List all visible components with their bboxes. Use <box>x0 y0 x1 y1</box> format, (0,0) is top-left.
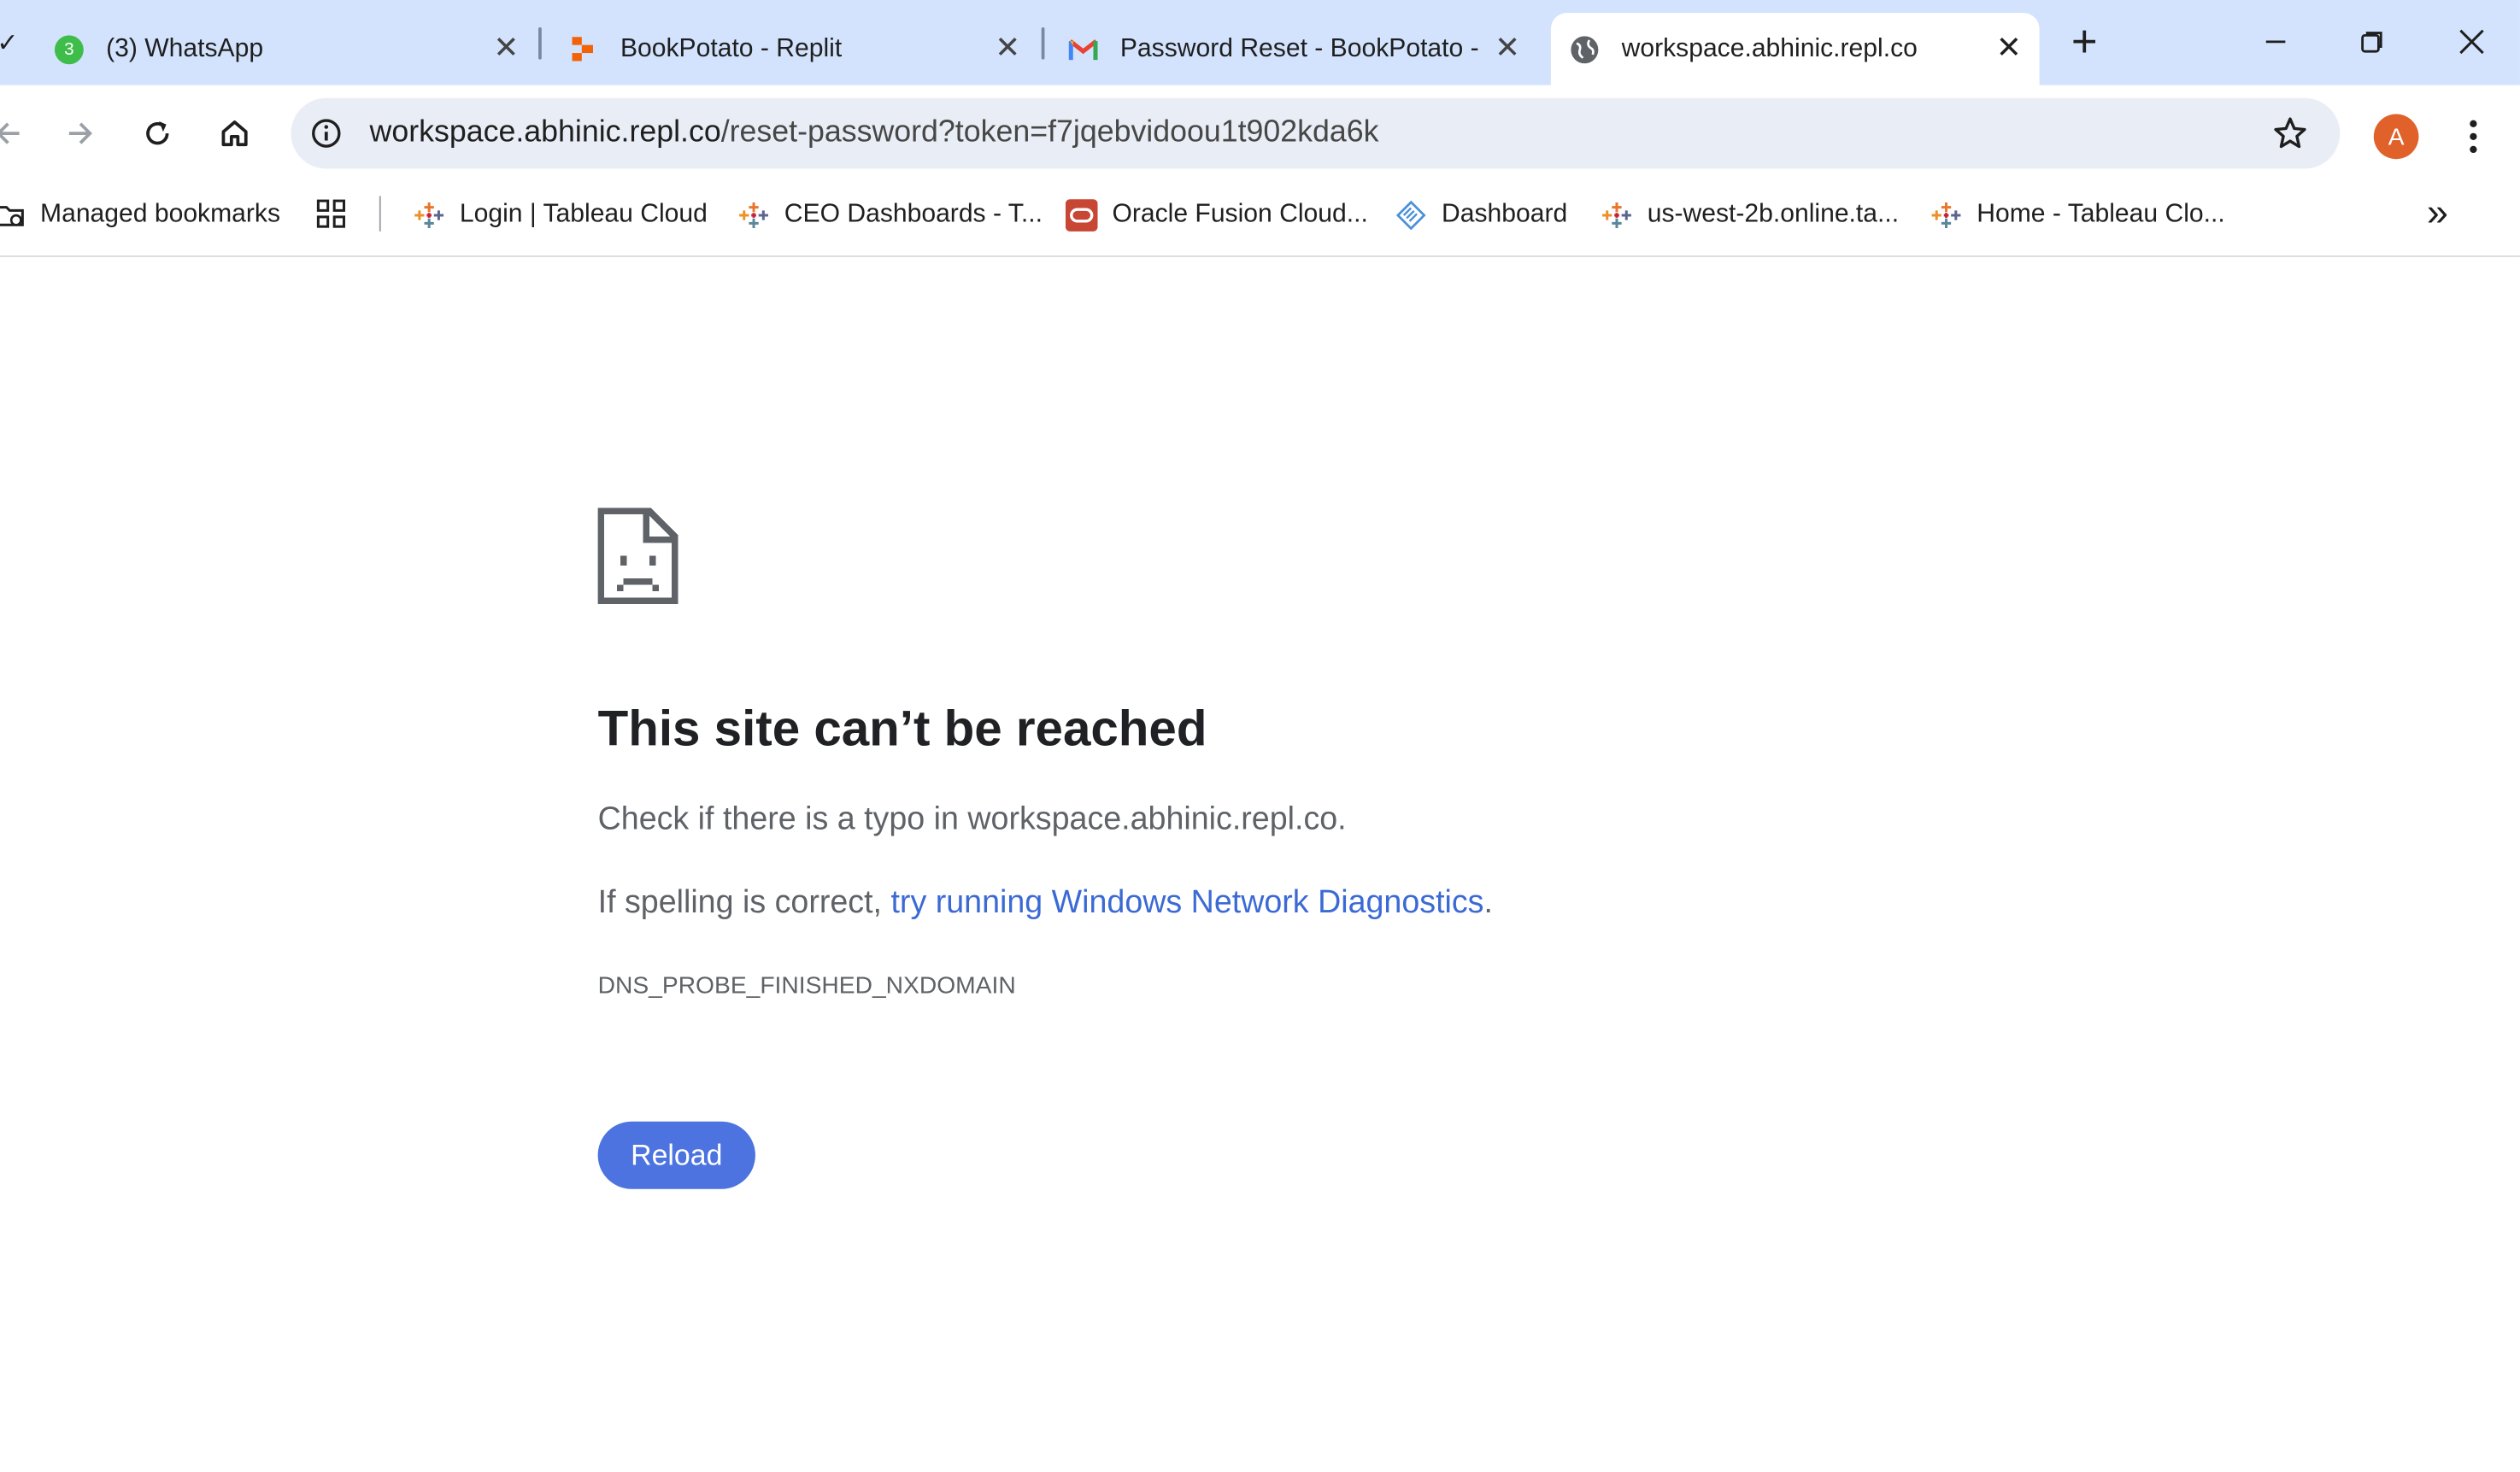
error-code: DNS_PROBE_FINISHED_NXDOMAIN <box>597 971 1016 1000</box>
network-diagnostics-link[interactable]: try running Windows Network Diagnostics <box>890 885 1483 920</box>
sad-page-icon <box>597 507 678 612</box>
error-suggestion: If spelling is correct, try running Wind… <box>597 885 1493 921</box>
replit-icon <box>569 34 598 63</box>
error-hint: Check if there is a typo in workspace.ab… <box>597 801 1347 837</box>
dashboard-icon <box>1395 199 1427 232</box>
tab-whatsapp[interactable]: 3 (3) WhatsApp ✕ <box>54 13 537 85</box>
close-icon[interactable]: ✕ <box>990 32 1025 67</box>
oracle-icon <box>1065 199 1098 232</box>
url-host: workspace.abhinic.repl.co <box>369 115 721 150</box>
tableau-icon <box>413 199 445 232</box>
tab-workspace[interactable]: workspace.abhinic.repl.co ✕ <box>1550 13 2040 85</box>
tableau-icon <box>1930 199 1963 232</box>
bookmarks-bar: Managed bookmarks Login | Tableau Cloud … <box>0 178 2520 257</box>
more-menu-icon[interactable] <box>2458 117 2490 155</box>
bookmarks-overflow-icon[interactable]: » <box>2427 191 2448 237</box>
tableau-icon <box>1601 199 1633 232</box>
tab-title: BookPotato - Replit <box>620 34 843 62</box>
bookmark-us-west[interactable]: us-west-2b.online.ta... <box>1601 195 1899 237</box>
forward-icon[interactable] <box>53 106 108 161</box>
tab-strip: ✓ 3 (3) WhatsApp ✕ BookPotato - Replit ✕… <box>0 0 2520 85</box>
bookmarks-divider <box>379 196 381 232</box>
globe-icon <box>1570 34 1599 63</box>
url-path: /reset-password?token=f7jqebvidoou1t902k… <box>720 115 1379 150</box>
bookmark-home-tableau[interactable]: Home - Tableau Clo... <box>1930 195 2225 237</box>
tab-title: Password Reset - BookPotato - <box>1119 34 1479 62</box>
reload-icon[interactable] <box>130 106 185 161</box>
bookmark-star-icon[interactable] <box>2272 115 2307 150</box>
managed-bookmarks-icon <box>0 199 26 232</box>
tab-title: workspace.abhinic.repl.co <box>1621 34 1918 62</box>
bookmark-oracle-fusion[interactable]: Oracle Fusion Cloud... <box>1065 195 1368 237</box>
home-icon[interactable] <box>208 106 262 161</box>
toolbar: workspace.abhinic.repl.co/reset-password… <box>0 85 2520 179</box>
bookmark-dashboard[interactable]: Dashboard <box>1395 195 1567 237</box>
whatsapp-icon: 3 <box>54 34 84 64</box>
address-bar[interactable]: workspace.abhinic.repl.co/reset-password… <box>291 97 2341 169</box>
close-icon[interactable]: ✕ <box>489 32 524 67</box>
bookmark-ceo-dashboards[interactable]: CEO Dashboards - T... <box>737 195 1043 237</box>
tab-title: (3) WhatsApp <box>106 34 264 62</box>
gmail-icon <box>1068 34 1098 63</box>
url-text[interactable]: workspace.abhinic.repl.co/reset-password… <box>370 98 1379 169</box>
bookmark-managed[interactable]: Managed bookmarks <box>0 195 280 237</box>
error-title: This site can’t be reached <box>597 700 1207 757</box>
bookmark-login-tableau[interactable]: Login | Tableau Cloud <box>413 195 708 237</box>
profile-avatar[interactable]: A <box>2373 114 2419 160</box>
tableau-icon <box>737 199 770 232</box>
tab-search-icon[interactable]: ✓ <box>0 27 18 60</box>
reload-button[interactable]: Reload <box>597 1121 755 1189</box>
site-info-icon[interactable] <box>310 117 343 150</box>
tab-gmail[interactable]: Password Reset - BookPotato - ✕ <box>1068 13 1538 85</box>
close-icon[interactable]: ✕ <box>1991 32 2026 67</box>
back-icon[interactable] <box>0 106 35 161</box>
close-icon[interactable]: ✕ <box>1489 32 1524 67</box>
tab-replit[interactable]: BookPotato - Replit ✕ <box>569 13 1038 85</box>
apps-grid-icon[interactable] <box>315 197 348 230</box>
restore-icon[interactable] <box>2335 13 2410 71</box>
tab-divider <box>1041 26 1045 60</box>
minimize-icon[interactable] <box>2239 13 2313 71</box>
window-close-icon[interactable] <box>2435 13 2509 71</box>
tab-divider <box>538 26 542 60</box>
new-tab-icon[interactable]: + <box>2064 16 2106 66</box>
